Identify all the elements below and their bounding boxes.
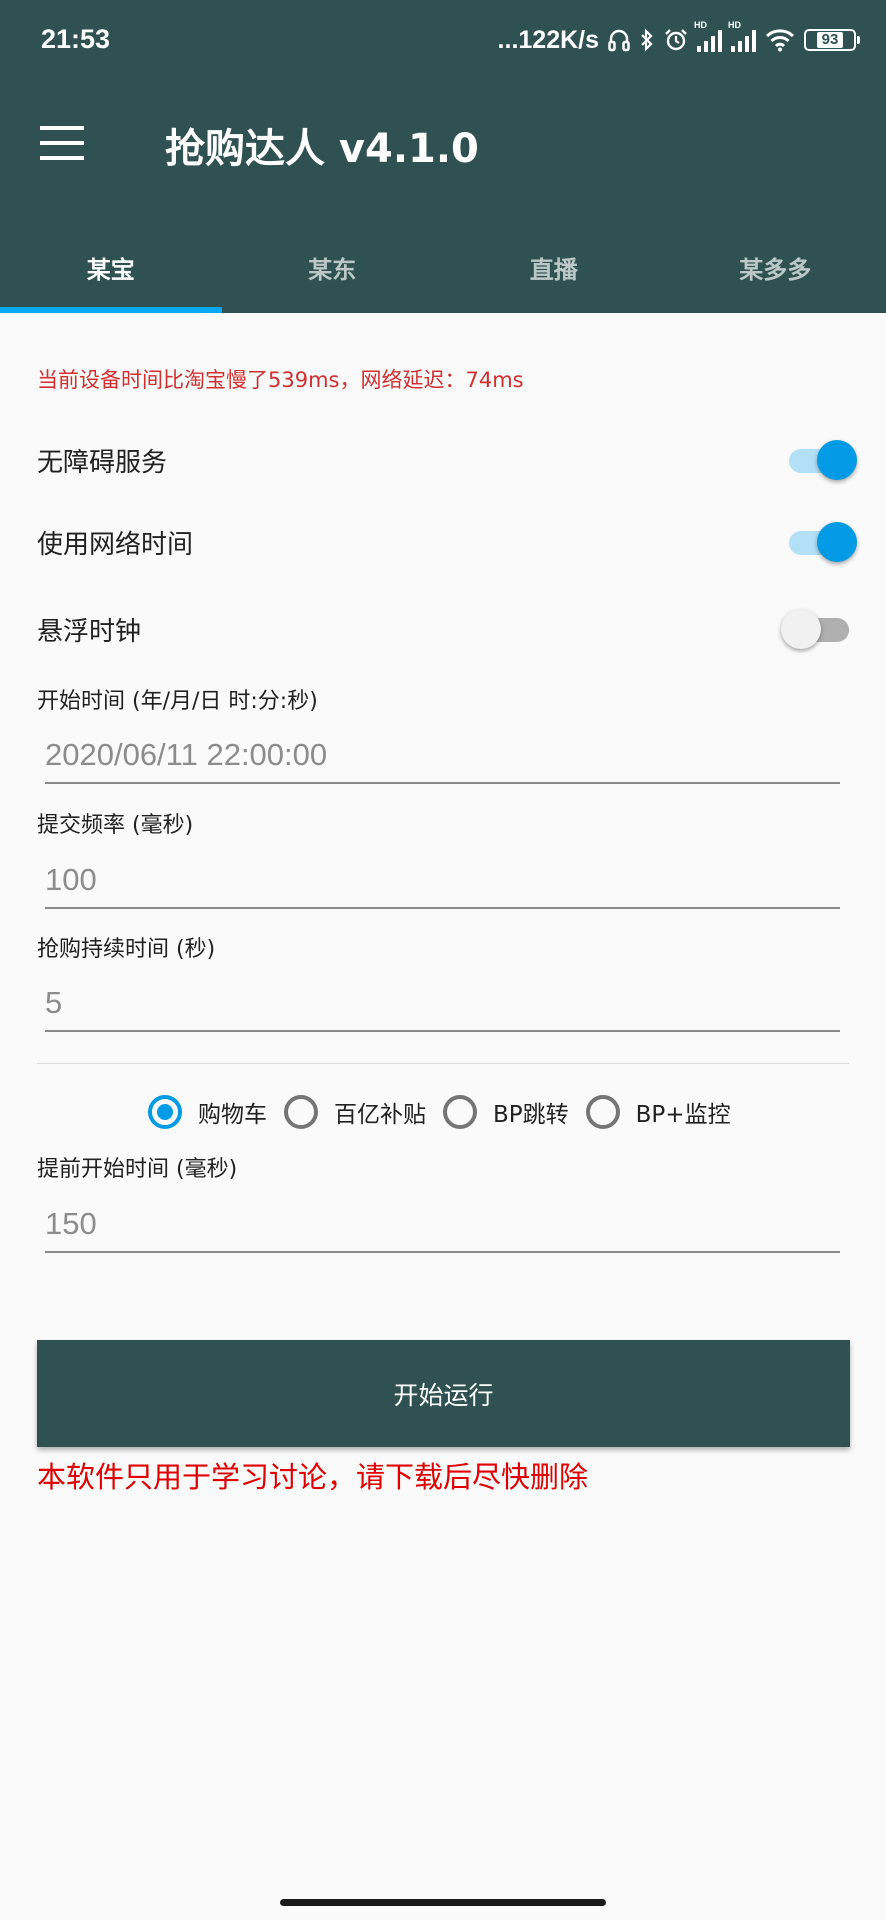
start-time-input[interactable]: [45, 728, 840, 784]
radio-label: 购物车: [198, 1102, 267, 1128]
radio-bp-monitor[interactable]: BP+监控: [585, 1095, 731, 1129]
bluetooth-icon: [641, 28, 653, 52]
floating-clock-label: 悬浮时钟: [37, 617, 142, 647]
status-time: 21:53: [41, 24, 111, 54]
duration-input[interactable]: [45, 976, 840, 1032]
disclaimer-text: 本软件只用于学习讨论，请下载后尽快删除: [37, 1460, 589, 1494]
signal-hd-icon: HD: [728, 20, 756, 52]
section-divider: [37, 1063, 849, 1064]
start-time-label: 开始时间 (年/月/日 时:分:秒): [37, 689, 318, 714]
network-time-label: 使用网络时间: [37, 530, 194, 560]
radio-label: 百亿补贴: [334, 1102, 426, 1128]
accessibility-service-row: 无障碍服务: [37, 428, 857, 488]
toggle-thumb: [817, 440, 857, 480]
accessibility-service-label: 无障碍服务: [37, 448, 168, 478]
time-sync-warning: 当前设备时间比淘宝慢了539ms，网络延迟：74ms: [37, 368, 524, 392]
tab-mou-bao[interactable]: 某宝: [0, 222, 222, 313]
radio-cart[interactable]: 购物车: [148, 1095, 267, 1129]
radio-label: BP跳转: [493, 1102, 569, 1128]
radio-label: BP+监控: [635, 1102, 731, 1128]
page-title: 抢购达人 v4.1.0: [165, 126, 479, 172]
tab-bar: 某宝 某东 直播 某多多: [0, 222, 886, 313]
home-indicator[interactable]: [280, 1899, 606, 1906]
tab-mou-dong[interactable]: 某东: [222, 222, 444, 313]
accessibility-service-toggle[interactable]: [781, 440, 857, 480]
duration-label: 抢购持续时间 (秒): [37, 937, 216, 962]
battery-icon: 93: [804, 29, 860, 51]
submit-frequency-label: 提交频率 (毫秒): [37, 813, 194, 838]
advance-time-input[interactable]: [45, 1197, 840, 1253]
radio-bp-jump[interactable]: BP跳转: [443, 1095, 569, 1129]
radio-circle: [284, 1095, 318, 1129]
mode-radio-group: 购物车 百亿补贴 BP跳转 BP+监控: [148, 1087, 748, 1137]
app-bar: 21:53 ...122K/s HD HD 93 抢购达人 v4.1.0 某宝 …: [0, 0, 886, 313]
tab-mou-duoduo[interactable]: 某多多: [665, 222, 886, 313]
radio-circle: [585, 1095, 620, 1129]
network-time-row: 使用网络时间: [37, 510, 857, 570]
radio-circle: [148, 1095, 182, 1129]
headset-icon: [608, 29, 630, 52]
toggle-thumb: [817, 522, 857, 562]
floating-clock-toggle[interactable]: [781, 609, 857, 649]
status-bar: 21:53 ...122K/s HD HD 93: [0, 0, 886, 80]
tab-live[interactable]: 直播: [443, 222, 665, 313]
radio-subsidy[interactable]: 百亿补贴: [284, 1095, 426, 1129]
radio-circle: [443, 1095, 477, 1129]
signal-hd-icon: HD: [694, 20, 722, 52]
battery-level: 93: [816, 32, 844, 48]
advance-time-label: 提前开始时间 (毫秒): [37, 1157, 238, 1182]
network-speed: ...122K/s: [497, 25, 599, 54]
network-time-toggle[interactable]: [781, 522, 857, 562]
submit-frequency-input[interactable]: [45, 853, 840, 909]
floating-clock-row: 悬浮时钟: [37, 597, 857, 657]
menu-icon[interactable]: [40, 126, 84, 160]
status-icons: ...122K/s HD HD 93: [497, 20, 860, 58]
toggle-thumb: [781, 609, 821, 649]
alarm-icon: [665, 29, 687, 51]
wifi-icon: [765, 29, 795, 52]
start-run-button[interactable]: 开始运行: [37, 1340, 850, 1447]
